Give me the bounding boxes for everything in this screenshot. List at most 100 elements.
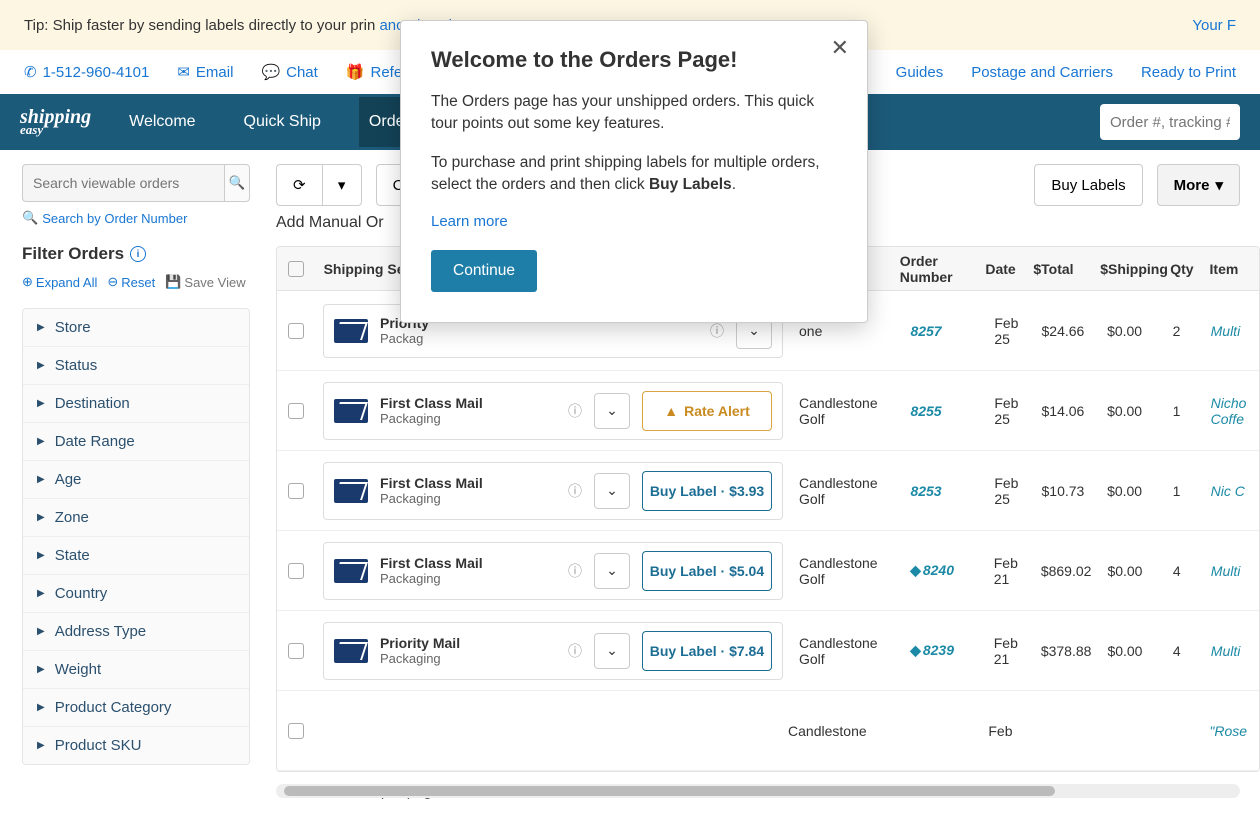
refresh-group: ⟳ ▾ xyxy=(276,164,362,206)
refer-link[interactable]: 🎁Refer xyxy=(346,63,407,81)
filter-address-type[interactable]: ▶Address Type xyxy=(23,613,249,651)
nav-search-input[interactable] xyxy=(1100,104,1240,140)
caret-right-icon: ▶ xyxy=(37,702,45,713)
phone-link[interactable]: ✆1-512-960-4101 xyxy=(24,63,149,81)
item-link[interactable]: Multi xyxy=(1211,643,1241,659)
shipping-dropdown[interactable]: ⌄ xyxy=(594,473,630,509)
continue-button[interactable]: Continue xyxy=(431,250,537,292)
tip-text: Tip: Ship faster by sending labels direc… xyxy=(24,17,375,34)
col-shipping-cost[interactable]: $Shipping xyxy=(1092,261,1162,277)
order-date: Feb 21 xyxy=(986,555,1033,587)
close-icon[interactable]: ✕ xyxy=(831,35,849,61)
select-all-checkbox[interactable] xyxy=(288,261,304,277)
buy-label-button[interactable]: Buy Label · $5.04 xyxy=(642,551,772,591)
filter-store[interactable]: ▶Store xyxy=(23,309,249,347)
tip-right-link[interactable]: Your F xyxy=(1192,17,1236,34)
refresh-button[interactable]: ⟳ xyxy=(276,164,322,206)
usps-icon xyxy=(334,559,368,583)
refresh-icon: ⟳ xyxy=(293,176,306,194)
order-link[interactable]: ◆8240 xyxy=(910,562,954,578)
filter-weight[interactable]: ▶Weight xyxy=(23,651,249,689)
info-icon[interactable]: ⓘ xyxy=(710,321,724,341)
rate-alert-button[interactable]: ▲Rate Alert xyxy=(642,391,772,431)
item-link[interactable]: "Rose xyxy=(1209,723,1247,739)
caret-right-icon: ▶ xyxy=(37,360,45,371)
info-icon[interactable]: ⓘ xyxy=(568,561,582,581)
buy-label-button[interactable]: Buy Label · $3.93 xyxy=(642,471,772,511)
save-view-button[interactable]: 💾Save View xyxy=(165,274,245,290)
col-qty[interactable]: Qty xyxy=(1162,261,1201,277)
shipping-card: First Class MailPackagingⓘ⌄▲Rate Alert xyxy=(323,382,783,440)
info-icon[interactable]: ⓘ xyxy=(568,641,582,661)
caret-right-icon: ▶ xyxy=(37,398,45,409)
row-checkbox[interactable] xyxy=(288,483,304,499)
filter-status[interactable]: ▶Status xyxy=(23,347,249,385)
info-icon[interactable]: i xyxy=(130,246,146,262)
shipping-card: First Class MailPackagingⓘ⌄Buy Label · $… xyxy=(323,462,783,520)
item-link[interactable]: Multi xyxy=(1211,563,1241,579)
row-checkbox[interactable] xyxy=(288,403,304,419)
postage-link[interactable]: Postage and Carriers xyxy=(971,64,1113,81)
filter-country[interactable]: ▶Country xyxy=(23,575,249,613)
email-link[interactable]: ✉Email xyxy=(177,63,233,81)
filter-date-range[interactable]: ▶Date Range xyxy=(23,423,249,461)
shipping-cost: $0.00 xyxy=(1099,403,1165,419)
order-link[interactable]: 8257 xyxy=(910,323,941,339)
chat-link[interactable]: 💬Chat xyxy=(261,63,317,81)
col-item[interactable]: Item xyxy=(1202,261,1259,277)
item-link[interactable]: Nicho Coffe xyxy=(1211,395,1247,427)
packaging-label: Packaging xyxy=(380,651,556,666)
store-name: one xyxy=(791,323,902,339)
info-icon[interactable]: ⓘ xyxy=(568,401,582,421)
buy-labels-button[interactable]: Buy Labels xyxy=(1034,164,1142,206)
row-checkbox[interactable] xyxy=(288,723,304,739)
item-link[interactable]: Multi xyxy=(1211,323,1241,339)
info-icon[interactable]: ⓘ xyxy=(568,481,582,501)
horizontal-scrollbar[interactable] xyxy=(276,784,1240,798)
refresh-menu-button[interactable]: ▾ xyxy=(322,164,362,206)
order-link[interactable]: ◆8239 xyxy=(910,642,954,658)
filter-age[interactable]: ▶Age xyxy=(23,461,249,499)
table-row: First Class MailPackagingⓘ⌄Buy Label · $… xyxy=(277,531,1259,611)
learn-more-link[interactable]: Learn more xyxy=(431,213,837,230)
nav-welcome[interactable]: Welcome xyxy=(119,97,205,147)
more-button[interactable]: More ▾ xyxy=(1157,164,1240,206)
chat-icon: 💬 xyxy=(261,63,280,81)
modal-p2: To purchase and print shipping labels fo… xyxy=(431,152,837,197)
store-name: Candlestone Golf xyxy=(791,475,902,507)
buy-label-button[interactable]: Buy Label · $7.84 xyxy=(642,631,772,671)
shipping-dropdown[interactable]: ⌄ xyxy=(594,553,630,589)
reset-button[interactable]: ⊖Reset xyxy=(107,274,155,290)
shipping-dropdown[interactable]: ⌄ xyxy=(594,633,630,669)
row-checkbox[interactable] xyxy=(288,563,304,579)
caret-down-icon: ▾ xyxy=(1215,176,1223,194)
filter-state[interactable]: ▶State xyxy=(23,537,249,575)
item-link[interactable]: Nic C xyxy=(1211,483,1245,499)
store-name: Candlestone Golf xyxy=(791,395,902,427)
row-checkbox[interactable] xyxy=(288,323,304,339)
nav-quickship[interactable]: Quick Ship xyxy=(234,97,331,147)
ready-link[interactable]: Ready to Print xyxy=(1141,64,1236,81)
filter-destination[interactable]: ▶Destination xyxy=(23,385,249,423)
sidebar-search-button[interactable]: 🔍 xyxy=(224,164,250,202)
sidebar-search-input[interactable] xyxy=(22,164,224,202)
filter-zone[interactable]: ▶Zone xyxy=(23,499,249,537)
order-total: $378.88 xyxy=(1033,643,1100,659)
packaging-label: Packag xyxy=(380,331,698,346)
usps-icon xyxy=(334,319,368,343)
guides-link[interactable]: Guides xyxy=(896,64,944,81)
row-checkbox[interactable] xyxy=(288,643,304,659)
col-date[interactable]: Date xyxy=(977,261,1025,277)
col-total[interactable]: $Total xyxy=(1025,261,1092,277)
logo[interactable]: shippingeasy xyxy=(20,109,91,135)
minus-icon: ⊖ xyxy=(107,274,118,290)
shipping-dropdown[interactable]: ⌄ xyxy=(594,393,630,429)
order-link[interactable]: 8253 xyxy=(910,483,941,499)
shipping-cost: $0.00 xyxy=(1099,483,1165,499)
col-order[interactable]: Order Number xyxy=(892,253,978,285)
filter-product-sku[interactable]: ▶Product SKU xyxy=(23,727,249,764)
search-order-number-link[interactable]: 🔍Search by Order Number xyxy=(22,210,250,226)
filter-product-category[interactable]: ▶Product Category xyxy=(23,689,249,727)
order-link[interactable]: 8255 xyxy=(910,403,941,419)
expand-all-button[interactable]: ⊕Expand All xyxy=(22,274,97,290)
